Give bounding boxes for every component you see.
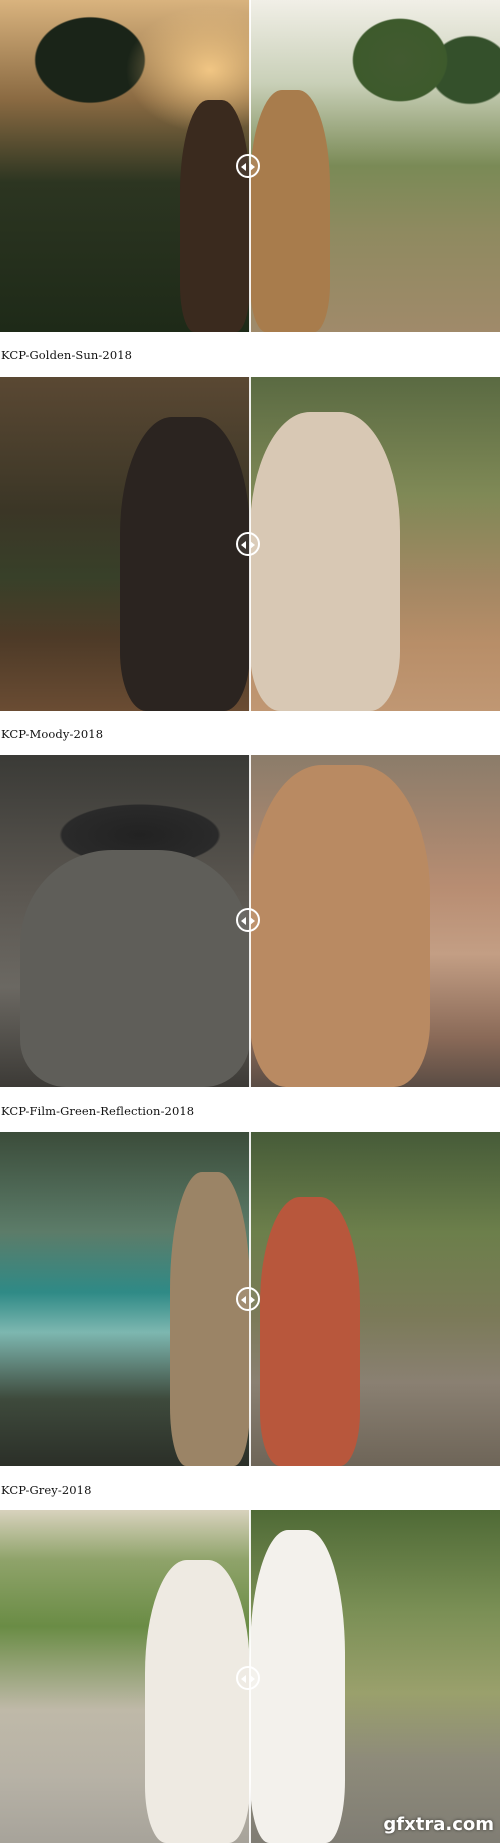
comparison-panel-golden-sun	[0, 0, 500, 332]
after-image	[250, 0, 500, 332]
preset-label: KCP-Film-Green-Reflection-2018	[1, 1104, 195, 1118]
comparison-panel-5: gfxtra.com	[0, 1510, 500, 1843]
comparison-panel-moody	[0, 377, 500, 711]
couple-photo-figure	[250, 1530, 345, 1843]
compare-slider-handle-icon[interactable]	[236, 908, 260, 932]
preset-label: KCP-Golden-Sun-2018	[1, 348, 133, 362]
compare-slider-handle-icon[interactable]	[236, 532, 260, 556]
couple-photo-figure	[170, 1172, 250, 1466]
before-image	[0, 377, 250, 711]
after-image	[250, 1132, 500, 1466]
couple-photo-figure	[250, 412, 400, 711]
couple-photo-figure	[120, 417, 250, 711]
after-image	[250, 377, 500, 711]
compare-slider-handle-icon[interactable]	[236, 154, 260, 178]
before-image	[0, 755, 250, 1087]
couple-photo-figure	[260, 1197, 360, 1466]
before-image	[0, 0, 250, 332]
before-image	[0, 1132, 250, 1466]
compare-slider-handle-icon[interactable]	[236, 1287, 260, 1311]
comparison-panel-film-green-reflection	[0, 755, 500, 1087]
couple-photo-figure	[250, 90, 330, 332]
couple-photo-figure	[145, 1560, 250, 1843]
comparison-panel-grey	[0, 1132, 500, 1466]
after-image	[250, 755, 500, 1087]
couple-photo-figure	[180, 100, 250, 332]
watermark-text: gfxtra.com	[383, 1814, 494, 1835]
couple-photo-figure	[20, 850, 250, 1087]
preset-label: KCP-Moody-2018	[1, 727, 104, 741]
before-image	[0, 1510, 250, 1843]
compare-slider-handle-icon[interactable]	[236, 1666, 260, 1690]
preset-label: KCP-Grey-2018	[1, 1483, 92, 1497]
after-image	[250, 1510, 500, 1843]
couple-photo-figure	[250, 765, 430, 1087]
